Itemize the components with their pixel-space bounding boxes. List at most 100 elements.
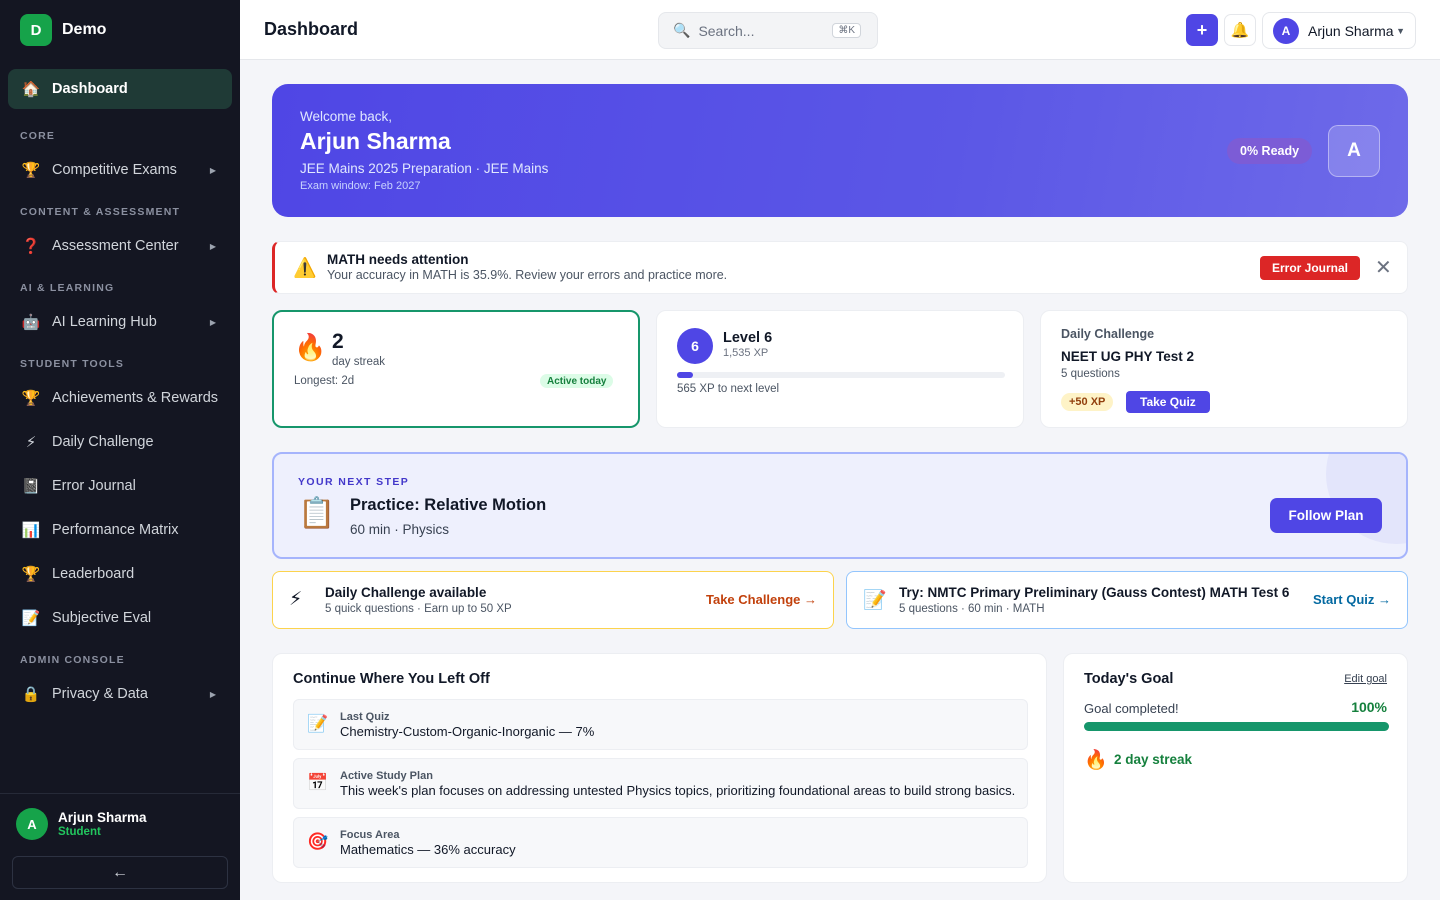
user-menu[interactable]: A Arjun Sharma ▼: [1262, 12, 1416, 49]
attention-alert: ⚠️ MATH needs attention Your accuracy in…: [272, 241, 1408, 294]
next-step-card: YOUR NEXT STEP 📋 Practice: Relative Moti…: [272, 452, 1408, 559]
take-quiz-button[interactable]: Take Quiz: [1126, 391, 1210, 413]
brand[interactable]: D Demo: [20, 14, 106, 46]
sidebar-item-ai-learning-hub[interactable]: 🤖 AI Learning Hub ▶: [8, 302, 232, 342]
readiness-badge: 0% Ready: [1227, 138, 1313, 164]
trophy-icon: 🏆: [21, 390, 41, 407]
alert-title: MATH needs attention: [327, 252, 469, 267]
panel-title: Continue Where You Left Off: [293, 671, 490, 687]
collapse-sidebar-button[interactable]: ←: [12, 856, 228, 889]
question-icon: ❓: [21, 238, 41, 255]
start-quiz-link[interactable]: Start Quiz →: [1313, 592, 1391, 607]
continue-panel: Continue Where You Left Off 📝 Last Quiz …: [272, 653, 1047, 883]
list-item[interactable]: 🎯 Focus Area Mathematics — 36% accuracy: [293, 817, 1028, 868]
streak-card: 🔥 2 day streak Longest: 2d Active today: [272, 310, 640, 428]
longest-streak: Longest: 2d: [294, 375, 355, 387]
sidebar-item-subjective-eval[interactable]: 📝 Subjective Eval: [8, 598, 232, 638]
sidebar-item-privacy-data[interactable]: 🔒 Privacy & Data ▶: [8, 674, 232, 714]
fire-icon: 🔥: [294, 332, 327, 362]
item-value: This week's plan focuses on addressing u…: [340, 783, 1016, 798]
search-input[interactable]: [698, 22, 819, 39]
memo-icon: 📝: [863, 590, 887, 611]
level-title: Level 6: [723, 330, 773, 346]
goal-progress-bar: [1084, 722, 1389, 731]
lightning-icon: ⚡: [25, 434, 37, 451]
chevron-right-icon: ▶: [209, 317, 216, 327]
next-step-title: Practice: Relative Motion: [350, 496, 547, 514]
goal-progress-fill: [1084, 722, 1389, 731]
chevron-right-icon: ▶: [209, 165, 216, 175]
avatar: A: [1273, 17, 1299, 44]
robot-icon: 🤖: [21, 314, 41, 331]
item-value: Chemistry-Custom-Organic-Inorganic — 7%: [340, 724, 595, 739]
xp-progress-bar: [677, 372, 1005, 378]
suggestion-subtitle: 5 questions · 60 min · MATH: [899, 603, 1045, 615]
close-icon[interactable]: ✕: [1375, 255, 1392, 280]
bar-chart-icon: 📊: [21, 522, 41, 539]
streak-text: 2 day streak: [1114, 752, 1193, 767]
item-value: Mathematics — 36% accuracy: [340, 842, 516, 857]
sidebar-item-achievements[interactable]: 🏆 Achievements & Rewards: [8, 378, 232, 418]
level-badge: 6: [677, 328, 713, 364]
sidebar-item-assessment-center[interactable]: ❓ Assessment Center ▶: [8, 226, 232, 266]
chevron-down-icon: ▼: [1396, 25, 1405, 36]
edit-goal-link[interactable]: Edit goal: [1344, 673, 1387, 685]
sidebar-item-performance-matrix[interactable]: 📊 Performance Matrix: [8, 510, 232, 550]
suggestion-title: Try: NMTC Primary Preliminary (Gauss Con…: [899, 585, 1290, 600]
sidebar-item-label: Leaderboard: [52, 566, 135, 582]
sidebar-item-label: Performance Matrix: [52, 522, 179, 538]
xp-reward-badge: +50 XP: [1061, 393, 1114, 411]
calendar-icon: 📅: [307, 773, 329, 792]
follow-plan-button[interactable]: Follow Plan: [1270, 498, 1382, 533]
welcome-name: Arjun Sharma: [300, 128, 451, 154]
status-badge: Active today: [540, 374, 614, 388]
notifications-button[interactable]: 🔔: [1224, 14, 1256, 46]
take-challenge-link[interactable]: Take Challenge →: [706, 592, 817, 607]
list-item[interactable]: 📝 Last Quiz Chemistry-Custom-Organic-Ino…: [293, 699, 1028, 750]
notebook-icon: 📓: [21, 478, 41, 495]
item-label: Focus Area: [340, 829, 400, 841]
exam-window: Exam window: Feb 2027: [300, 180, 421, 192]
sidebar-item-label: AI Learning Hub: [52, 314, 157, 330]
add-button[interactable]: +: [1186, 14, 1218, 46]
avatar[interactable]: A: [16, 808, 48, 840]
list-item[interactable]: 📅 Active Study Plan This week's plan foc…: [293, 758, 1028, 809]
item-label: Active Study Plan: [340, 770, 433, 782]
sidebar-item-label: Competitive Exams: [52, 162, 177, 178]
search-bar[interactable]: 🔍 ⌘K: [658, 12, 878, 49]
sidebar-item-label: Assessment Center: [52, 238, 179, 254]
goal-status: Goal completed!: [1084, 701, 1179, 716]
suggestion-subtitle: 5 quick questions · Earn up to 50 XP: [325, 603, 512, 615]
trophy-icon: 🏆: [21, 566, 41, 583]
section-ai-learning: AI & LEARNING: [20, 282, 115, 294]
lock-icon: 🔒: [21, 686, 41, 703]
sidebar-item-dashboard[interactable]: 🏠 Dashboard: [8, 69, 232, 109]
sidebar-item-leaderboard[interactable]: 🏆 Leaderboard: [8, 554, 232, 594]
error-journal-button[interactable]: Error Journal: [1260, 256, 1361, 280]
target-icon: 🎯: [307, 832, 329, 851]
section-content-assessment: CONTENT & ASSESSMENT: [20, 206, 181, 218]
panel-title: Today's Goal: [1084, 671, 1174, 687]
fire-icon: 🔥: [1084, 750, 1108, 771]
section-student-tools: STUDENT TOOLS: [20, 358, 125, 370]
suggestion-quiz[interactable]: 📝 Try: NMTC Primary Preliminary (Gauss C…: [846, 571, 1408, 629]
avatar[interactable]: A: [1328, 125, 1380, 177]
lightning-icon: ⚡: [289, 589, 303, 610]
trophy-icon: 🏆: [21, 162, 41, 179]
welcome-text: Welcome back,: [300, 109, 393, 124]
streak-label: day streak: [332, 356, 386, 368]
level-card: 6 Level 6 1,535 XP 565 XP to next level: [656, 310, 1024, 428]
exam-subtitle: JEE Mains 2025 Preparation · JEE Mains: [300, 161, 549, 176]
sidebar-item-daily-challenge[interactable]: ⚡ Daily Challenge: [8, 422, 232, 462]
next-step-subtitle: 60 min · Physics: [350, 522, 450, 537]
suggestion-title: Daily Challenge available: [325, 585, 487, 600]
sidebar-item-error-journal[interactable]: 📓 Error Journal: [8, 466, 232, 506]
sidebar: D Demo 🏠 Dashboard CORE 🏆 Competitive Ex…: [0, 0, 240, 900]
card-label: Daily Challenge: [1061, 327, 1155, 341]
item-label: Last Quiz: [340, 711, 390, 723]
sidebar-item-competitive-exams[interactable]: 🏆 Competitive Exams ▶: [8, 150, 232, 190]
xp-to-next: 565 XP to next level: [677, 383, 780, 395]
suggestion-daily-challenge[interactable]: ⚡ Daily Challenge available 5 quick ques…: [272, 571, 834, 629]
alert-text: Your accuracy in MATH is 35.9%. Review y…: [327, 268, 728, 282]
memo-icon: 📝: [307, 714, 329, 733]
